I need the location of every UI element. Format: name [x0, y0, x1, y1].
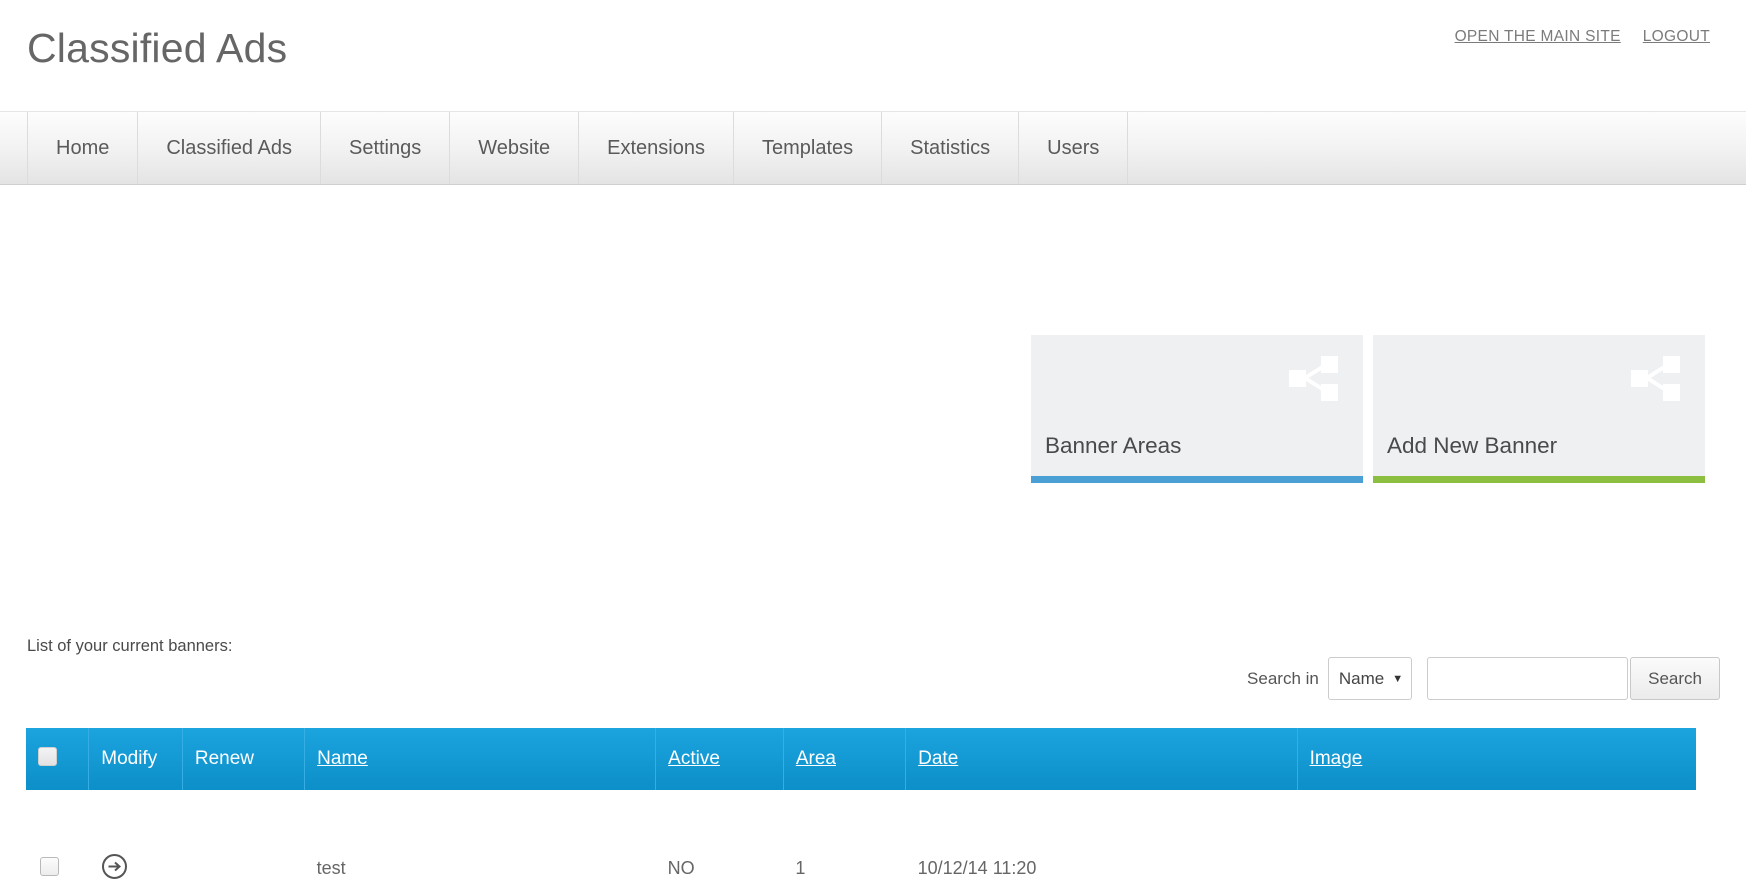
- th-date: Date: [905, 728, 1298, 790]
- sort-by-image[interactable]: Image: [1310, 748, 1363, 769]
- nav-item-statistics[interactable]: Statistics: [881, 112, 1018, 184]
- sort-by-area[interactable]: Area: [796, 748, 836, 769]
- th-image: Image: [1297, 728, 1696, 790]
- tile-add-new-banner[interactable]: Add New Banner: [1373, 335, 1705, 483]
- page-title: Classified Ads: [27, 25, 288, 71]
- table-row: test NO 1 10/12/14 11:20 ALBADDAD Eid: [26, 790, 1696, 883]
- list-caption: List of your current banners:: [27, 637, 233, 655]
- nav-item-settings[interactable]: Settings: [319, 112, 449, 184]
- search-field-value: Name: [1338, 668, 1385, 688]
- logout-link[interactable]: LOGOUT: [1643, 28, 1710, 46]
- table-body: test NO 1 10/12/14 11:20 ALBADDAD Eid: [26, 790, 1696, 883]
- nav-item-extensions[interactable]: Extensions: [578, 112, 733, 184]
- tile-banner-areas[interactable]: Banner Areas: [1031, 335, 1363, 483]
- nav-item-templates[interactable]: Templates: [732, 112, 881, 184]
- th-modify: Modify: [88, 728, 183, 790]
- row-modify-cell: [88, 790, 183, 883]
- th-area: Area: [783, 728, 907, 790]
- row-date-cell: 10/12/14 11:20: [905, 790, 1298, 883]
- row-name-cell: test: [304, 790, 656, 883]
- banners-table: Modify Renew Name Active Area Date Image…: [26, 728, 1696, 883]
- th-renew: Renew: [182, 728, 306, 790]
- banner-thumbnail[interactable]: ALBADDAD Eid Mubarak May be all the Joys…: [1309, 797, 1459, 883]
- top-bar: Classified Ads OPEN THE MAIN SITE LOGOUT: [0, 0, 1746, 112]
- tile-label: Banner Areas: [1045, 433, 1182, 458]
- th-name: Name: [304, 728, 657, 790]
- search-button[interactable]: Search: [1630, 657, 1720, 700]
- row-checkbox[interactable]: [40, 856, 59, 876]
- search-bar: Search in Name ▼ Search: [1247, 657, 1720, 700]
- sort-by-active[interactable]: Active: [668, 748, 720, 769]
- nav-item-users[interactable]: Users: [1018, 112, 1129, 184]
- action-tiles: Banner Areas Add New Banner: [1031, 335, 1705, 483]
- chevron-down-icon: ▼: [1392, 672, 1404, 685]
- sort-by-name[interactable]: Name: [317, 748, 368, 769]
- table-header: Modify Renew Name Active Area Date Image: [26, 728, 1696, 790]
- row-select-cell: [26, 790, 89, 883]
- row-area-cell: 1: [783, 790, 906, 883]
- sort-by-date[interactable]: Date: [918, 748, 958, 769]
- th-active: Active: [655, 728, 784, 790]
- th-select-all: [26, 728, 90, 790]
- row-image-cell: ALBADDAD Eid Mubarak May be all the Joys…: [1297, 790, 1696, 883]
- search-in-label: Search in: [1247, 668, 1319, 688]
- top-links: OPEN THE MAIN SITE LOGOUT: [1455, 28, 1710, 46]
- nav-item-home[interactable]: Home: [27, 112, 137, 184]
- nav-item-classified-ads[interactable]: Classified Ads: [137, 112, 320, 184]
- banner-logo-text: ALBADDAD: [1315, 804, 1358, 812]
- banners-table-wrapper: Modify Renew Name Active Area Date Image…: [26, 728, 1696, 883]
- main-navigation: Home Classified Ads Settings Website Ext…: [0, 112, 1746, 185]
- tile-label: Add New Banner: [1387, 433, 1558, 458]
- row-active-cell: NO: [655, 790, 784, 883]
- search-field-select[interactable]: Name ▼: [1327, 657, 1413, 700]
- select-all-checkbox[interactable]: [38, 746, 57, 766]
- share-icon: [1285, 353, 1341, 403]
- row-renew-cell: [182, 790, 305, 883]
- arrow-circle-right-icon[interactable]: [101, 853, 128, 880]
- open-main-site-link[interactable]: OPEN THE MAIN SITE: [1455, 28, 1621, 46]
- nav-item-website[interactable]: Website: [449, 112, 578, 184]
- table-header-row: Modify Renew Name Active Area Date Image: [26, 728, 1696, 790]
- share-icon: [1627, 353, 1683, 403]
- search-input[interactable]: [1427, 657, 1629, 700]
